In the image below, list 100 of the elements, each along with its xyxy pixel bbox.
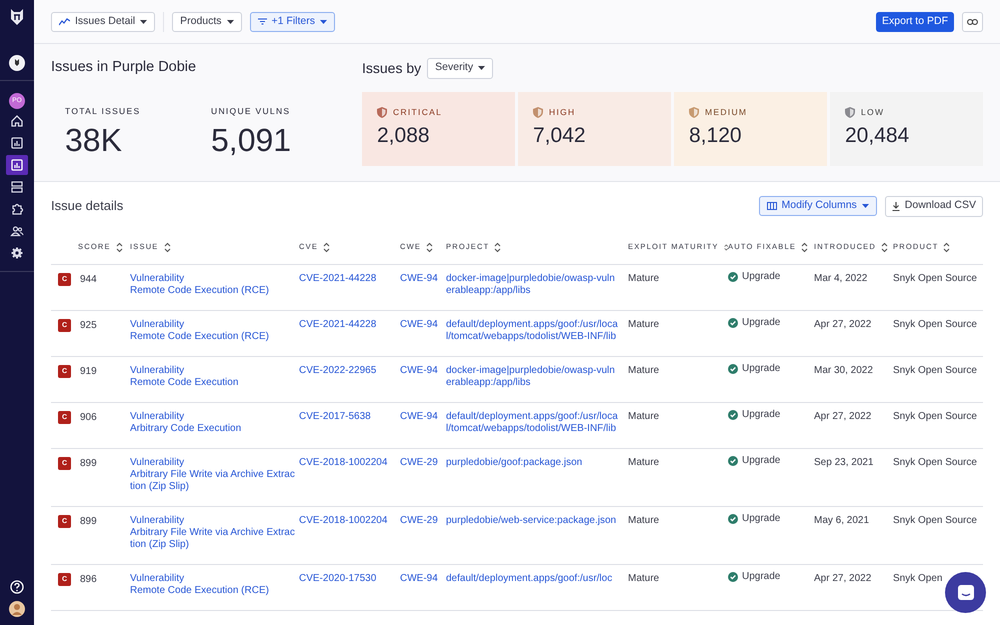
summary-title: Issues in Purple Dobie: [51, 58, 198, 78]
caret-icon: [478, 66, 486, 70]
caret-icon: [140, 20, 148, 24]
total-label: TOTAL ISSUES: [65, 105, 142, 118]
severity-label: MEDIUM: [705, 106, 748, 119]
fix-type-text: Upgrade: [742, 317, 780, 329]
issue-title-link[interactable]: Remote Code Execution (RCE): [130, 331, 295, 343]
score-text: 919: [80, 366, 97, 378]
shield-icon: [689, 106, 699, 118]
sidebar-item[interactable]: [6, 155, 28, 175]
score-text: 896: [80, 574, 97, 586]
issue-title-link[interactable]: Remote Code Execution (RCE): [130, 285, 295, 297]
modify-columns-button[interactable]: Modify Columns: [758, 196, 877, 216]
introduced-date: Apr 27, 2022: [814, 411, 872, 423]
cwe-link[interactable]: CWE-94: [400, 573, 446, 585]
user-avatar[interactable]: [9, 601, 25, 617]
cwe-link[interactable]: CWE-94: [400, 319, 446, 331]
bar-chart-icon: [10, 158, 24, 172]
cve-link[interactable]: CVE-2021-44228: [299, 273, 400, 285]
issue-title-link[interactable]: Arbitrary Code Execution: [130, 423, 295, 435]
filter-icon: [258, 18, 267, 25]
help-icon[interactable]: [10, 580, 24, 594]
introduced-date: May 6, 2021: [814, 515, 870, 527]
issue-type-link[interactable]: Vulnerability: [130, 411, 295, 423]
trend-icon: [59, 18, 70, 26]
link-button[interactable]: [962, 12, 983, 32]
cwe-link[interactable]: CWE-94: [400, 411, 446, 423]
project-link[interactable]: default/deployment.apps/goof:/usr/loc: [446, 573, 620, 585]
project-link[interactable]: default/deployment.apps/goof:/usr/local/tomcat/webapps/todolist/WEB-INF/lib: [446, 319, 620, 343]
fix-type-text: Upgrade: [742, 571, 780, 583]
introduced-date: Apr 27, 2022: [814, 573, 872, 585]
total-value: 38K: [65, 120, 123, 160]
exploit-maturity-text: Mature: [628, 457, 660, 469]
cve-link[interactable]: CVE-2018-1002204: [299, 515, 400, 527]
cwe-link[interactable]: CWE-94: [400, 273, 446, 285]
cwe-link[interactable]: CWE-29: [400, 515, 446, 527]
issue-type-link[interactable]: Vulnerability: [130, 515, 295, 527]
score-text: 925: [80, 320, 97, 332]
issue-title-link[interactable]: Arbitrary File Write via Archive Extraction (Zip Slip): [130, 527, 295, 551]
project-link[interactable]: docker-image|purpledobie/owasp-vulnerableapp:/app/libs: [446, 365, 620, 389]
fix-type-text: Upgrade: [742, 455, 780, 467]
issue-type-link[interactable]: Vulnerability: [130, 457, 295, 469]
severity-count: 7,042: [533, 122, 587, 149]
cwe-link[interactable]: CWE-94: [400, 365, 446, 377]
issue-type-link[interactable]: Vulnerability: [130, 273, 295, 285]
product-text: Snyk Open: [893, 573, 944, 585]
home-icon: [10, 114, 24, 128]
severity-label: HIGH: [549, 106, 576, 119]
introduced-date: Mar 30, 2022: [814, 365, 874, 377]
download-icon: [892, 202, 900, 210]
filters-dropdown[interactable]: +1 Filters: [250, 12, 336, 32]
exploit-maturity-text: Mature: [628, 411, 660, 423]
stack-icon: [10, 180, 24, 194]
severity-count: 8,120: [689, 122, 743, 149]
cve-link[interactable]: CVE-2021-44228: [299, 319, 400, 331]
columns-icon: [766, 202, 777, 210]
product-text: Snyk Open Source: [893, 515, 978, 527]
caret-icon: [320, 20, 328, 24]
cve-link[interactable]: CVE-2020-17530: [299, 573, 400, 585]
severity-count: 20,484: [845, 122, 910, 149]
product-text: Snyk Open Source: [893, 365, 978, 377]
settings-icon: [10, 246, 24, 260]
exploit-maturity-text: Mature: [628, 573, 660, 585]
project-link[interactable]: purpledobie/goof:package.json: [446, 457, 620, 469]
products-dropdown[interactable]: Products: [172, 12, 242, 32]
export-button[interactable]: Export to PDF: [876, 12, 954, 32]
issue-title-link[interactable]: Remote Code Execution: [130, 377, 295, 389]
score-text: 906: [80, 412, 97, 424]
score-text: 899: [80, 516, 97, 528]
product-text: Snyk Open Source: [893, 319, 978, 331]
group-by-label: Issues by: [362, 58, 422, 78]
severity-label: CRITICAL: [393, 106, 442, 119]
exploit-maturity-text: Mature: [628, 515, 660, 527]
cve-link[interactable]: CVE-2022-22965: [299, 365, 400, 377]
caret-icon: [226, 20, 234, 24]
fix-type-text: Upgrade: [742, 409, 780, 421]
product-text: Snyk Open Source: [893, 273, 978, 285]
cve-link[interactable]: CVE-2017-5638: [299, 411, 400, 423]
issue-type-link[interactable]: Vulnerability: [130, 365, 295, 377]
chat-button[interactable]: [945, 572, 986, 613]
issue-title-link[interactable]: Remote Code Execution (RCE): [130, 585, 295, 597]
issue-type-link[interactable]: Vulnerability: [130, 319, 295, 331]
introduced-date: Sep 23, 2021: [814, 457, 874, 469]
project-link[interactable]: docker-image|purpledobie/owasp-vulnerableapp:/app/libs: [446, 273, 620, 297]
caret-icon: [862, 204, 869, 208]
issue-title-link[interactable]: Arbitrary File Write via Archive Extraction (Zip Slip): [130, 469, 295, 493]
score-text: 944: [80, 274, 97, 286]
project-link[interactable]: purpledobie/web-service:package.json: [446, 515, 620, 527]
view-dropdown[interactable]: Issues Detail: [51, 12, 156, 32]
download-csv-button[interactable]: Download CSV: [884, 196, 983, 216]
introduced-date: Apr 27, 2022: [814, 319, 872, 331]
cwe-link[interactable]: CWE-29: [400, 457, 446, 469]
exploit-maturity-text: Mature: [628, 319, 660, 331]
total-value: 5,091: [211, 120, 292, 160]
cve-link[interactable]: CVE-2018-1002204: [299, 457, 400, 469]
project-link[interactable]: default/deployment.apps/goof:/usr/local/tomcat/webapps/todolist/WEB-INF/lib: [446, 411, 620, 435]
severity-dropdown[interactable]: Severity: [427, 58, 494, 78]
issue-type-link[interactable]: Vulnerability: [130, 573, 295, 585]
puzzle-icon: [10, 202, 24, 216]
link-icon: [967, 18, 978, 24]
